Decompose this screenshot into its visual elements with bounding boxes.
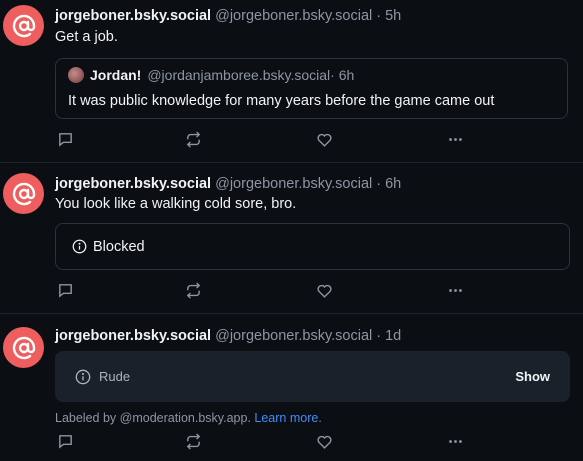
display-name[interactable]: jorgeboner.bsky.social xyxy=(55,8,211,24)
post-1[interactable]: jorgeboner.bsky.social @jorgeboner.bsky.… xyxy=(0,0,583,162)
quote-avatar xyxy=(68,67,84,83)
blocked-label: Blocked xyxy=(93,238,145,255)
show-button[interactable]: Show xyxy=(515,369,550,384)
at-sign-icon xyxy=(12,14,35,37)
reply-icon xyxy=(58,434,72,449)
handle[interactable]: @jorgeboner.bsky.social xyxy=(215,328,372,344)
repost-icon xyxy=(186,131,200,147)
display-name[interactable]: jorgeboner.bsky.social xyxy=(55,176,211,192)
post-text: You look like a walking cold sore, bro. xyxy=(55,196,297,212)
repost-icon xyxy=(186,282,200,298)
info-icon xyxy=(72,239,87,254)
more-icon xyxy=(448,137,462,141)
reply-button[interactable] xyxy=(55,431,75,451)
quote-display-name: Jordan! xyxy=(90,67,142,83)
reply-icon xyxy=(58,283,72,298)
avatar[interactable] xyxy=(3,327,44,368)
heart-icon xyxy=(316,435,332,449)
repost-button[interactable] xyxy=(183,431,203,451)
like-button[interactable] xyxy=(314,129,334,149)
post-actions xyxy=(55,280,475,300)
quote-header: Jordan! @jordanjamboree.bsky.social · 6h xyxy=(68,67,354,83)
handle[interactable]: @jorgeboner.bsky.social xyxy=(215,176,372,192)
post-text: Get a job. xyxy=(55,29,118,45)
moderation-warning: Rude Show xyxy=(55,351,570,402)
at-sign-icon xyxy=(12,182,35,205)
post-header: jorgeboner.bsky.social @jorgeboner.bsky.… xyxy=(55,8,401,24)
repost-icon xyxy=(186,433,200,449)
at-sign-icon xyxy=(12,336,35,359)
repost-button[interactable] xyxy=(183,280,203,300)
quote-timestamp: · 6h xyxy=(330,67,355,83)
more-icon xyxy=(448,288,462,292)
labeled-by-text: Labeled by @moderation.bsky.app. xyxy=(55,411,255,425)
reply-icon xyxy=(58,132,72,147)
info-icon xyxy=(75,369,91,384)
timestamp[interactable]: · 5h xyxy=(372,8,401,24)
reply-button[interactable] xyxy=(55,280,75,300)
heart-icon xyxy=(316,284,332,298)
heart-icon xyxy=(316,133,332,147)
more-button[interactable] xyxy=(445,280,465,300)
post-3[interactable]: jorgeboner.bsky.social @jorgeboner.bsky.… xyxy=(0,314,583,461)
post-header: jorgeboner.bsky.social @jorgeboner.bsky.… xyxy=(55,176,401,192)
quote-text: It was public knowledge for many years b… xyxy=(68,93,495,109)
avatar[interactable] xyxy=(3,173,44,214)
timestamp[interactable]: · 6h xyxy=(372,176,401,192)
more-icon xyxy=(448,439,462,443)
quote-handle: @jordanjamboree.bsky.social xyxy=(147,67,331,83)
display-name[interactable]: jorgeboner.bsky.social xyxy=(55,328,211,344)
quoted-post[interactable]: Jordan! @jordanjamboree.bsky.social · 6h… xyxy=(55,58,568,119)
moderation-label: Rude xyxy=(99,369,131,384)
post-actions xyxy=(55,129,475,149)
more-button[interactable] xyxy=(445,129,465,149)
post-2[interactable]: jorgeboner.bsky.social @jorgeboner.bsky.… xyxy=(0,163,583,313)
learn-more-link[interactable]: Learn more. xyxy=(254,411,321,425)
repost-button[interactable] xyxy=(183,129,203,149)
like-button[interactable] xyxy=(314,280,334,300)
post-header: jorgeboner.bsky.social @jorgeboner.bsky.… xyxy=(55,328,401,344)
reply-button[interactable] xyxy=(55,129,75,149)
blocked-quote: Blocked xyxy=(55,223,570,270)
handle[interactable]: @jorgeboner.bsky.social xyxy=(215,8,372,24)
post-actions xyxy=(55,431,475,451)
avatar[interactable] xyxy=(3,5,44,46)
labeled-by: Labeled by @moderation.bsky.app. Learn m… xyxy=(55,411,322,425)
timestamp[interactable]: · 1d xyxy=(372,328,401,344)
like-button[interactable] xyxy=(314,431,334,451)
more-button[interactable] xyxy=(445,431,465,451)
